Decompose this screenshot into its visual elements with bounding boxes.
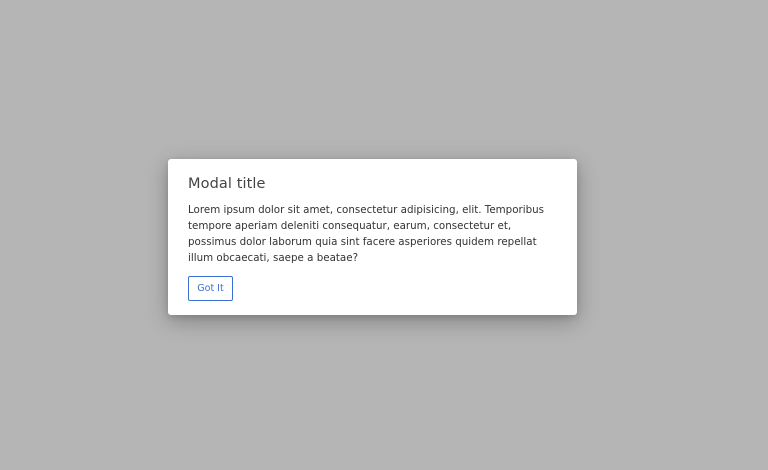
modal-body-text: Lorem ipsum dolor sit amet, consectetur … — [188, 204, 545, 264]
modal-dialog: Modal title Lorem ipsum dolor sit amet, … — [168, 159, 577, 315]
got-it-button[interactable]: Got It — [188, 276, 233, 301]
modal-title: Modal title — [188, 176, 266, 192]
